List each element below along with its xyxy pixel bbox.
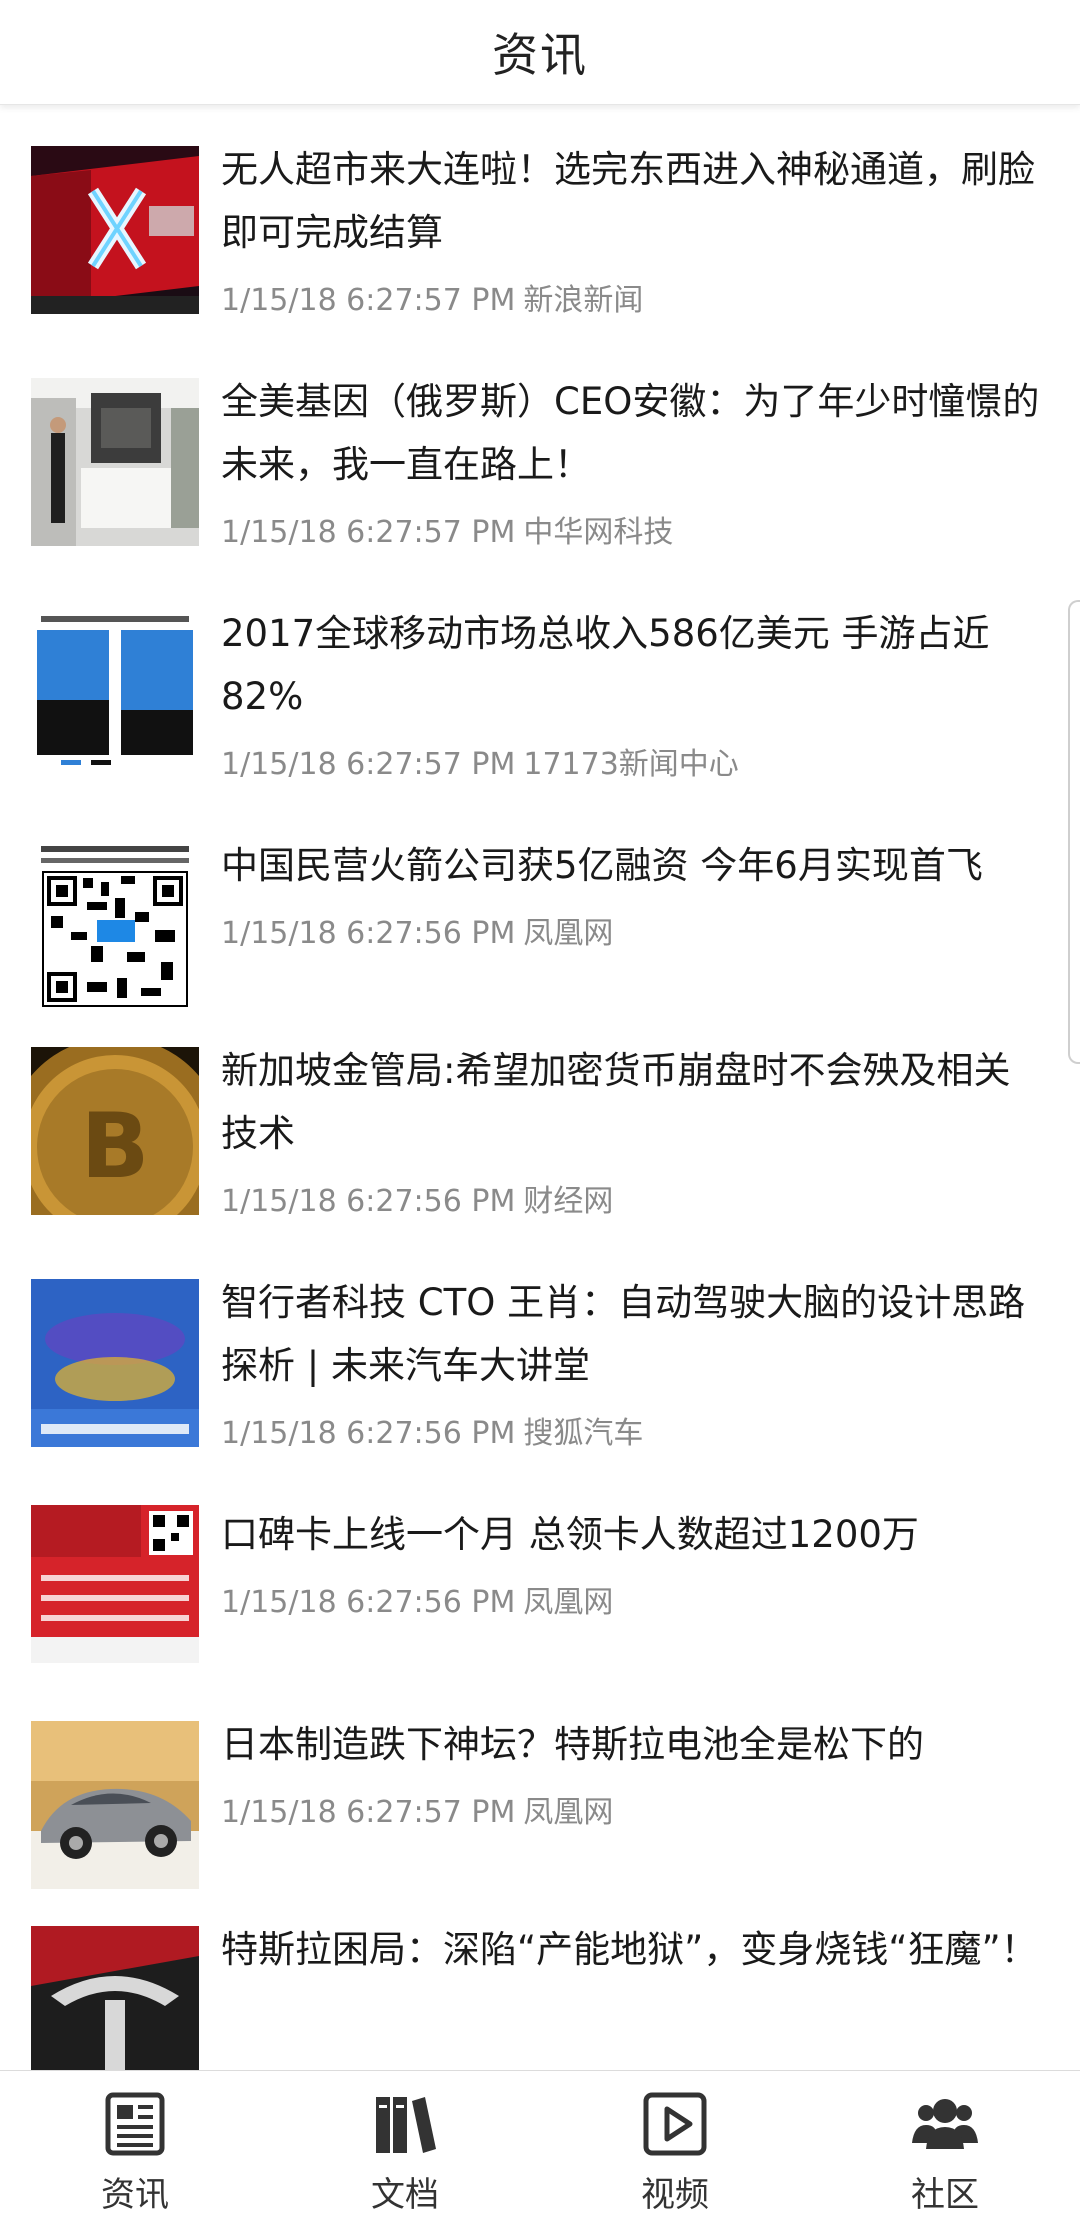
news-thumbnail — [31, 146, 199, 314]
tab-label: 视频 — [641, 2175, 709, 2215]
scroll-indicator[interactable] — [1068, 600, 1080, 1064]
news-source: 新浪新闻 — [523, 283, 644, 318]
news-source: 凤凰网 — [523, 1795, 614, 1830]
news-thumbnail — [31, 1505, 199, 1663]
tab-community[interactable]: 社区 — [810, 2071, 1080, 2221]
news-title[interactable]: 2017全球移动市场总收入586亿美元 手游占近82% — [221, 602, 1041, 728]
tab-news[interactable]: 资讯 — [0, 2071, 270, 2221]
news-meta: 1/15/18 6:27:57 PM 新浪新闻 — [221, 275, 643, 319]
news-time: 1/15/18 6:27:56 PM — [221, 1585, 516, 1620]
news-source: 凤凰网 — [523, 1585, 614, 1620]
news-source: 17173新闻中心 — [523, 747, 739, 782]
news-source: 凤凰网 — [523, 916, 614, 951]
news-item[interactable]: 全美基因（俄罗斯）CEO安徽：为了年少时憧憬的未来，我一直在路上！ 1/15/1… — [0, 338, 1080, 570]
news-title[interactable]: 口碑卡上线一个月 总领卡人数超过1200万 — [221, 1503, 1041, 1566]
tab-video[interactable]: 视频 — [540, 2071, 810, 2221]
news-item[interactable]: 2017全球移动市场总收入586亿美元 手游占近82% 1/15/18 6:27… — [0, 570, 1080, 802]
newspaper-icon — [100, 2089, 170, 2159]
page-title: 资讯 — [492, 28, 588, 82]
news-meta: 1/15/18 6:27:56 PM 凤凰网 — [221, 1577, 613, 1621]
news-thumbnail: B — [31, 1047, 199, 1215]
news-title[interactable]: 特斯拉困局：深陷“产能地狱”，变身烧钱“狂魔”！ — [221, 1918, 1041, 1981]
news-meta: 1/15/18 6:27:56 PM 财经网 — [221, 1176, 613, 1220]
news-thumbnail — [31, 610, 199, 778]
news-meta: 1/15/18 6:27:57 PM 17173新闻中心 — [221, 739, 739, 783]
news-item[interactable]: B 新加坡金管局:希望加密货币崩盘时不会殃及相关技术 1/15/18 6:27:… — [0, 1007, 1080, 1239]
news-item[interactable]: 日本制造跌下神坛？特斯拉电池全是松下的 1/15/18 6:27:57 PM 凤凰… — [0, 1681, 1080, 1889]
news-item[interactable]: 智行者科技 CTO 王肖：自动驾驶大脑的设计思路探析 | 未来汽车大讲堂 1/1… — [0, 1239, 1080, 1471]
news-item[interactable]: 中国民营火箭公司获5亿融资 今年6月实现首飞 1/15/18 6:27:56 P… — [0, 802, 1080, 1010]
news-thumbnail — [31, 1279, 199, 1447]
news-feed[interactable]: 无人超市来大连啦！选完东西进入神秘通道，刷脸即可完成结算 1/15/18 6:2… — [0, 106, 1080, 2070]
news-meta: 1/15/18 6:27:57 PM 凤凰网 — [221, 1787, 613, 1831]
tab-label: 社区 — [911, 2175, 979, 2215]
news-time: 1/15/18 6:27:56 PM — [221, 916, 516, 951]
app-header: 资讯 — [0, 0, 1080, 105]
news-title[interactable]: 无人超市来大连啦！选完东西进入神秘通道，刷脸即可完成结算 — [221, 138, 1041, 264]
news-time: 1/15/18 6:27:57 PM — [221, 1795, 516, 1830]
tab-label: 资讯 — [101, 2175, 169, 2215]
news-source: 搜狐汽车 — [523, 1416, 644, 1451]
bottom-tab-bar: 资讯 文档 视频 社区 — [0, 2070, 1080, 2221]
news-item[interactable]: 口碑卡上线一个月 总领卡人数超过1200万 1/15/18 6:27:56 PM… — [0, 1471, 1080, 1681]
news-time: 1/15/18 6:27:57 PM — [221, 283, 516, 318]
tab-documents[interactable]: 文档 — [270, 2071, 540, 2221]
news-time: 1/15/18 6:27:57 PM — [221, 515, 516, 550]
news-title[interactable]: 中国民营火箭公司获5亿融资 今年6月实现首飞 — [221, 834, 1041, 897]
news-title[interactable]: 全美基因（俄罗斯）CEO安徽：为了年少时憧憬的未来，我一直在路上！ — [221, 370, 1041, 496]
news-source: 中华网科技 — [523, 515, 674, 550]
play-video-icon — [640, 2089, 710, 2159]
news-title[interactable]: 日本制造跌下神坛？特斯拉电池全是松下的 — [221, 1713, 1041, 1776]
news-meta — [221, 2055, 229, 2070]
news-time: 1/15/18 6:27:56 PM — [221, 1416, 516, 1451]
news-time: 1/15/18 6:27:57 PM — [221, 747, 516, 782]
news-title[interactable]: 智行者科技 CTO 王肖：自动驾驶大脑的设计思路探析 | 未来汽车大讲堂 — [221, 1271, 1041, 1397]
news-item[interactable]: 无人超市来大连啦！选完东西进入神秘通道，刷脸即可完成结算 1/15/18 6:2… — [0, 106, 1080, 338]
news-meta: 1/15/18 6:27:57 PM 中华网科技 — [221, 507, 673, 551]
community-users-icon — [910, 2089, 980, 2159]
news-title[interactable]: 新加坡金管局:希望加密货币崩盘时不会殃及相关技术 — [221, 1039, 1041, 1165]
svg-text:B: B — [81, 1094, 150, 1199]
news-thumbnail — [31, 1721, 199, 1889]
news-thumbnail — [31, 842, 199, 1010]
news-thumbnail — [31, 378, 199, 546]
tab-label: 文档 — [371, 2175, 439, 2215]
news-item[interactable]: 特斯拉困局：深陷“产能地狱”，变身烧钱“狂魔”！ — [0, 1886, 1080, 2070]
news-source: 财经网 — [523, 1184, 614, 1219]
news-time: 1/15/18 6:27:56 PM — [221, 1184, 516, 1219]
news-thumbnail — [31, 1926, 199, 2070]
books-icon — [370, 2089, 440, 2159]
news-meta: 1/15/18 6:27:56 PM 搜狐汽车 — [221, 1408, 643, 1452]
news-meta: 1/15/18 6:27:56 PM 凤凰网 — [221, 908, 613, 952]
